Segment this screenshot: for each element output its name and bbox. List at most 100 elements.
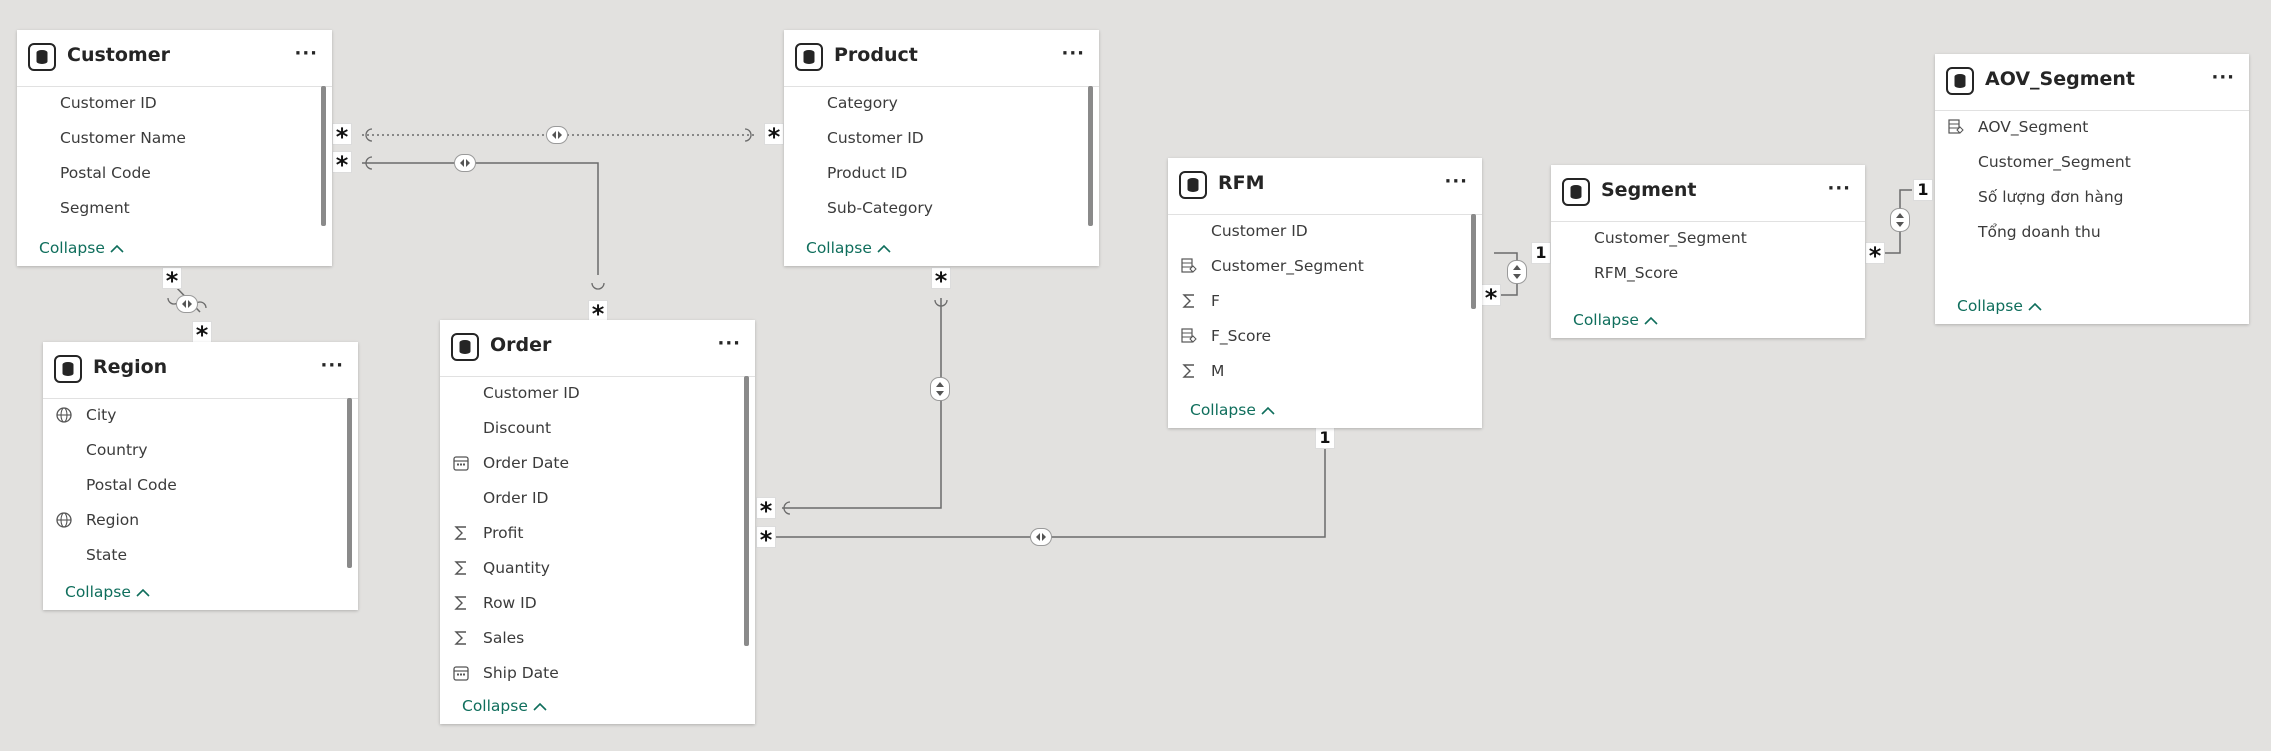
more-options-button[interactable]: ··· <box>717 333 741 354</box>
table-card-customer[interactable]: Customer ··· Customer ID Customer Name P… <box>17 30 332 266</box>
field-row[interactable]: Customer_Segment <box>1935 145 2249 180</box>
field-name: Discount <box>483 419 552 437</box>
connector-arc <box>365 128 373 142</box>
field-name: Region <box>86 511 140 529</box>
table-header[interactable]: AOV_Segment ··· <box>1935 54 2249 111</box>
field-row[interactable]: F_Score <box>1168 319 1482 354</box>
table-header[interactable]: RFM ··· <box>1168 158 1482 215</box>
relationship-line-product-order[interactable] <box>782 298 942 509</box>
field-row[interactable]: Customer_Segment <box>1551 221 1865 256</box>
field-row[interactable]: Sales <box>440 621 755 656</box>
field-row[interactable]: Customer ID <box>1168 214 1482 249</box>
collapse-button[interactable]: Collapse <box>1190 401 1275 419</box>
field-row[interactable]: Postal Code <box>17 156 332 191</box>
field-row[interactable]: Category <box>784 86 1099 121</box>
table-card-region[interactable]: Region ··· City Country Postal Code Regi… <box>43 342 358 610</box>
calendar-icon <box>450 663 472 683</box>
scrollbar[interactable] <box>1088 86 1093 226</box>
cross-filter-both-icon[interactable] <box>176 295 198 313</box>
table-header[interactable]: Region ··· <box>43 342 358 399</box>
field-row[interactable]: RFM_Score <box>1551 256 1865 291</box>
collapse-button[interactable]: Collapse <box>462 697 547 715</box>
field-row[interactable]: Tổng doanh thu <box>1935 215 2249 250</box>
field-row[interactable]: Row ID <box>440 586 755 621</box>
cardinality-many-label: * <box>589 301 607 327</box>
cardinality-many-label: * <box>757 498 775 524</box>
collapse-button[interactable]: Collapse <box>1957 297 2042 315</box>
table-card-segment[interactable]: Segment ··· Customer_Segment RFM_Score C… <box>1551 165 1865 338</box>
cross-filter-both-icon[interactable] <box>1030 528 1052 546</box>
field-row[interactable]: Postal Code <box>43 468 358 503</box>
table-icon <box>1562 178 1590 206</box>
field-name: RFM_Score <box>1594 264 1679 282</box>
field-name: Customer ID <box>60 94 157 112</box>
chevron-up-icon <box>1644 316 1658 325</box>
field-row[interactable]: Ship Date <box>440 656 755 691</box>
table-card-rfm[interactable]: RFM ··· Customer ID Customer_Segment F F… <box>1168 158 1482 428</box>
field-row[interactable]: Customer ID <box>784 121 1099 156</box>
field-row[interactable]: Customer ID <box>17 86 332 121</box>
table-title: Product <box>834 44 918 66</box>
relationship-line-rfm-order[interactable] <box>760 445 1326 538</box>
field-row[interactable]: Customer Name <box>17 121 332 156</box>
field-row[interactable]: F <box>1168 284 1482 319</box>
collapse-button[interactable]: Collapse <box>1573 311 1658 329</box>
field-row[interactable]: Customer_Segment <box>1168 249 1482 284</box>
field-row[interactable]: Customer ID <box>440 376 755 411</box>
table-header[interactable]: Order ··· <box>440 320 755 377</box>
collapse-label: Collapse <box>1573 311 1639 329</box>
collapse-label: Collapse <box>806 239 872 257</box>
collapse-button[interactable]: Collapse <box>65 583 150 601</box>
cross-filter-both-icon[interactable] <box>1890 208 1910 232</box>
table-card-order[interactable]: Order ··· Customer ID Discount Order Dat… <box>440 320 755 724</box>
more-options-button[interactable]: ··· <box>2211 67 2235 88</box>
field-name: Ship Date <box>483 664 559 682</box>
collapse-button[interactable]: Collapse <box>806 239 891 257</box>
field-row[interactable]: Sub-Category <box>784 191 1099 226</box>
field-row[interactable]: City <box>43 398 358 433</box>
table-title: Customer <box>67 44 170 66</box>
field-name: Customer ID <box>827 129 924 147</box>
table-header[interactable]: Customer ··· <box>17 30 332 87</box>
table-card-aov-segment[interactable]: AOV_Segment ··· AOV_Segment Customer_Seg… <box>1935 54 2249 324</box>
scrollbar[interactable] <box>347 398 352 568</box>
field-row[interactable]: Profit <box>440 516 755 551</box>
table-title: Region <box>93 356 168 378</box>
cross-filter-both-icon[interactable] <box>546 126 568 144</box>
more-options-button[interactable]: ··· <box>294 43 318 64</box>
more-options-button[interactable]: ··· <box>1444 171 1468 192</box>
field-name: Country <box>86 441 148 459</box>
field-row[interactable]: Discount <box>440 411 755 446</box>
scrollbar[interactable] <box>321 86 326 226</box>
cross-filter-both-icon[interactable] <box>1507 260 1527 284</box>
field-row[interactable]: Quantity <box>440 551 755 586</box>
field-row[interactable]: Product ID <box>784 156 1099 191</box>
connector-arc <box>783 501 791 515</box>
field-row[interactable]: Country <box>43 433 358 468</box>
cross-filter-both-icon[interactable] <box>930 377 950 401</box>
scrollbar[interactable] <box>1471 214 1476 309</box>
more-options-button[interactable]: ··· <box>320 355 344 376</box>
field-row[interactable]: Order Date <box>440 446 755 481</box>
field-row[interactable]: Order ID <box>440 481 755 516</box>
relationship-line-customer-order[interactable] <box>362 162 599 275</box>
field-name: Postal Code <box>86 476 177 494</box>
field-row[interactable]: AOV_Segment <box>1935 110 2249 145</box>
table-header[interactable]: Segment ··· <box>1551 165 1865 222</box>
cardinality-many-label: * <box>765 124 783 150</box>
field-row[interactable]: Region <box>43 503 358 538</box>
scrollbar[interactable] <box>744 376 749 646</box>
cardinality-one-label: 1 <box>1316 428 1334 448</box>
field-name: Sub-Category <box>827 199 933 217</box>
cross-filter-both-icon[interactable] <box>454 154 476 172</box>
calculated-column-icon <box>1178 326 1200 346</box>
more-options-button[interactable]: ··· <box>1827 178 1851 199</box>
field-row[interactable]: M <box>1168 354 1482 389</box>
table-header[interactable]: Product ··· <box>784 30 1099 87</box>
field-row[interactable]: Segment <box>17 191 332 226</box>
field-row[interactable]: State <box>43 538 358 573</box>
more-options-button[interactable]: ··· <box>1061 43 1085 64</box>
table-card-product[interactable]: Product ··· Category Customer ID Product… <box>784 30 1099 266</box>
field-row[interactable]: Số lượng đơn hàng <box>1935 180 2249 215</box>
collapse-button[interactable]: Collapse <box>39 239 124 257</box>
